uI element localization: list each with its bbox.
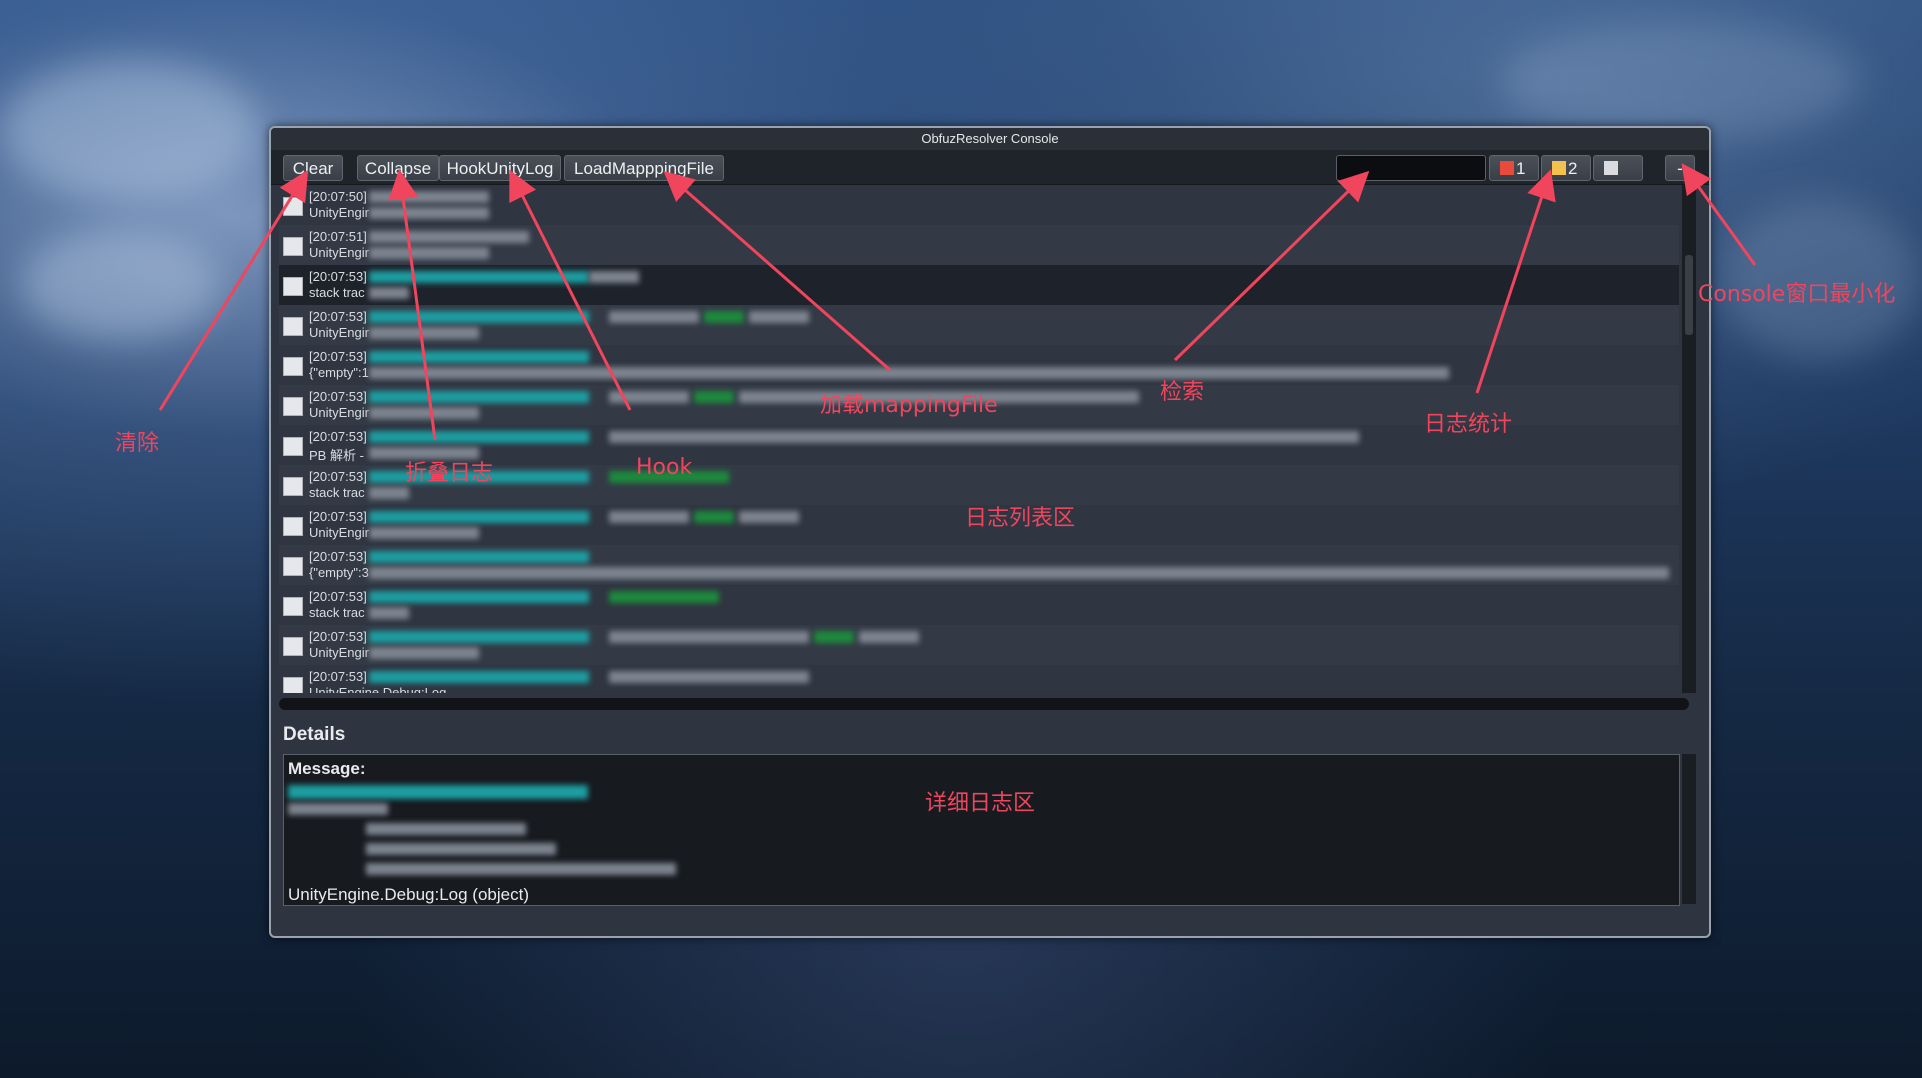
annotation-hook: Hook <box>636 455 693 480</box>
search-arrow <box>1173 170 1370 362</box>
annotation-detail-area: 详细日志区 <box>925 791 1036 816</box>
annotation-minimize: Console窗口最小化 <box>1698 282 1896 307</box>
annotation-log-area: 日志列表区 <box>965 506 1076 531</box>
annotation-collapse: 折叠日志 <box>405 461 494 486</box>
annotation-search: 检索 <box>1160 380 1205 405</box>
annotation-stats: 日志统计 <box>1424 412 1513 437</box>
annotation-clear: 清除 <box>115 431 160 456</box>
minimize-arrow <box>1681 163 1757 266</box>
load-mapping-arrow <box>663 171 891 372</box>
hook-arrow <box>509 169 632 411</box>
stats-arrow <box>1475 169 1556 394</box>
annotation-arrows <box>158 163 1757 441</box>
clear-arrow <box>158 169 309 411</box>
annotation-load-mapping: 加载mappingFile <box>820 393 998 418</box>
collapse-arrow <box>388 169 437 441</box>
